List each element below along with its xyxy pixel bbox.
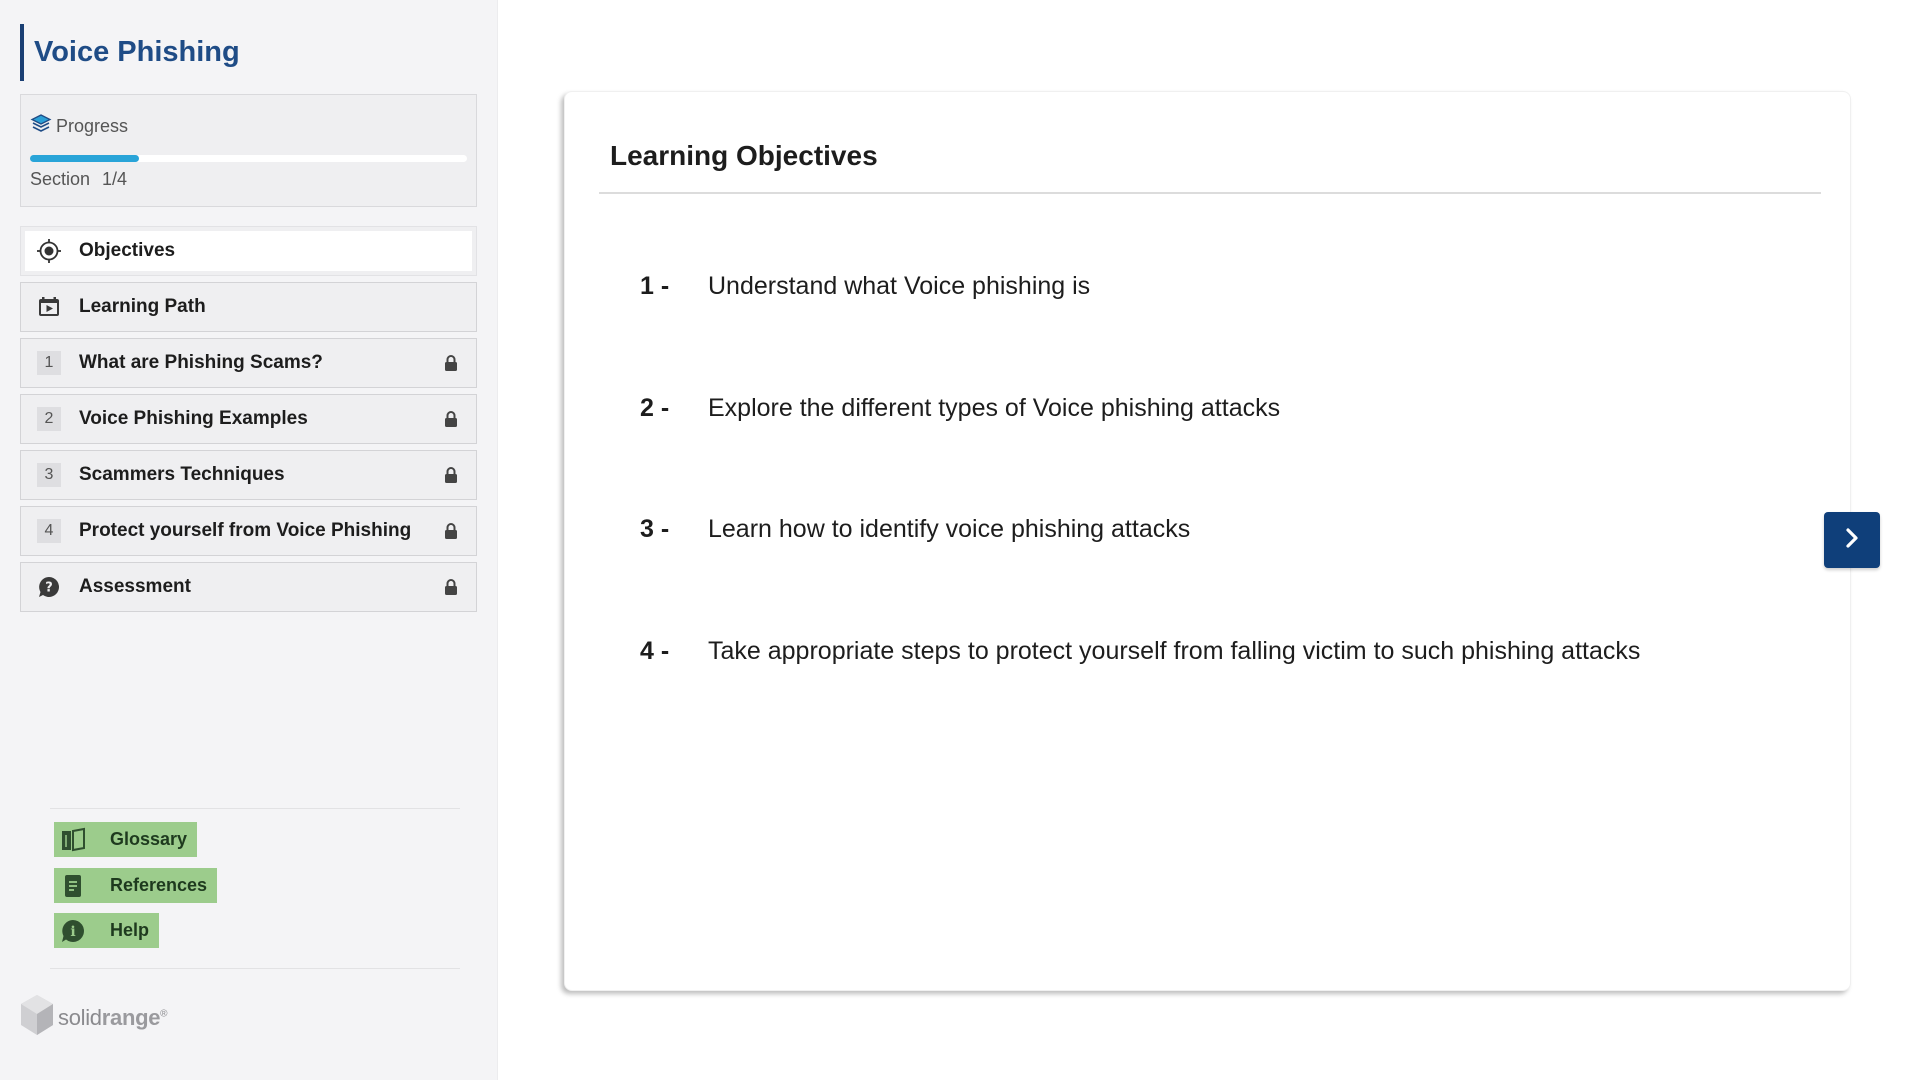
objective-text: Explore the different types of Voice phi…: [708, 394, 1281, 422]
chevron-right-icon: [1842, 527, 1862, 554]
nav-item-learning-path[interactable]: Learning Path: [20, 282, 477, 332]
question-bubble-icon: ?: [37, 575, 61, 599]
references-label: References: [110, 875, 208, 895]
section-number-badge: 2: [37, 407, 61, 431]
svg-text:?: ?: [45, 581, 53, 596]
nav-label: Assessment: [79, 576, 191, 597]
section-value: 1/4: [102, 169, 128, 189]
references-button[interactable]: References: [54, 868, 218, 903]
progress-label: Progress: [56, 116, 129, 136]
objective-item: 4 - Take appropriate steps to protect yo…: [640, 634, 1740, 669]
section-counter: Section 1/4: [30, 169, 127, 190]
video-calendar-icon: [37, 295, 61, 319]
nav-label: Objectives: [79, 240, 176, 261]
progress-header: Progress: [30, 113, 128, 140]
objective-number: 1 -: [640, 272, 670, 300]
nav-label: Voice Phishing Examples: [79, 408, 308, 429]
divider: [50, 968, 460, 969]
progress-bar-fill: [30, 155, 140, 162]
objectives-card: Learning Objectives 1 - Understand what …: [564, 91, 1851, 991]
progress-panel: Progress Section 1/4: [20, 94, 477, 207]
lock-icon: [444, 579, 458, 595]
objective-text: Understand what Voice phishing is: [708, 272, 1091, 300]
lock-icon: [444, 355, 458, 371]
nav-label: What are Phishing Scams?: [79, 352, 323, 373]
objective-number: 3 -: [640, 515, 670, 543]
glossary-button[interactable]: Glossary: [54, 822, 198, 857]
help-label: Help: [110, 920, 150, 940]
section-number-badge: 1: [37, 351, 61, 375]
nav-item-assessment[interactable]: ? Assessment: [20, 562, 477, 612]
nav-label: Scammers Techniques: [79, 464, 285, 485]
nav-label: Learning Path: [79, 296, 206, 317]
nav-item-section-4[interactable]: 4 Protect yourself from Voice Phishing: [20, 506, 477, 556]
svg-text:i: i: [70, 924, 75, 940]
layers-icon: [30, 113, 52, 140]
lock-icon: [444, 467, 458, 483]
nav-item-section-2[interactable]: 2 Voice Phishing Examples: [20, 394, 477, 444]
objective-number: 4 -: [640, 637, 670, 665]
nav-item-objectives[interactable]: Objectives: [20, 226, 477, 276]
course-title: Voice Phishing: [20, 24, 240, 81]
document-icon: [60, 873, 86, 899]
sidebar: Voice Phishing Progress Section 1/4 Obje…: [0, 0, 498, 1080]
divider: [50, 808, 460, 809]
nav-item-section-3[interactable]: 3 Scammers Techniques: [20, 450, 477, 500]
objective-number: 2 -: [640, 394, 670, 422]
next-button[interactable]: [1824, 512, 1880, 568]
book-icon: [60, 827, 86, 853]
section-label: Section: [30, 169, 91, 189]
help-bubble-icon: i: [60, 918, 86, 944]
glossary-label: Glossary: [110, 829, 188, 849]
page-title: Learning Objectives: [610, 140, 878, 171]
section-number-badge: 4: [37, 519, 61, 543]
nav-item-section-1[interactable]: 1 What are Phishing Scams?: [20, 338, 477, 388]
section-number-badge: 3: [37, 463, 61, 487]
cube-logo-icon: [20, 994, 54, 1041]
objective-item: 3 - Learn how to identify voice phishing…: [640, 512, 1740, 547]
solidrange-logo: solidrange®: [20, 994, 168, 1041]
logo-text: solidrange®: [58, 1004, 168, 1030]
title-divider: [599, 192, 1821, 194]
course-nav: Objectives Learning Path 1 What are Phis…: [20, 226, 477, 618]
objective-item: 1 - Understand what Voice phishing is: [640, 269, 1740, 304]
lock-icon: [444, 523, 458, 539]
lock-icon: [444, 411, 458, 427]
objective-text: Learn how to identify voice phishing att…: [708, 515, 1191, 543]
objective-item: 2 - Explore the different types of Voice…: [640, 391, 1740, 426]
target-icon: [37, 239, 61, 263]
nav-label: Protect yourself from Voice Phishing: [79, 520, 412, 541]
help-button[interactable]: i Help: [54, 913, 160, 948]
objective-text: Take appropriate steps to protect yourse…: [708, 637, 1641, 665]
progress-bar: [30, 155, 467, 162]
